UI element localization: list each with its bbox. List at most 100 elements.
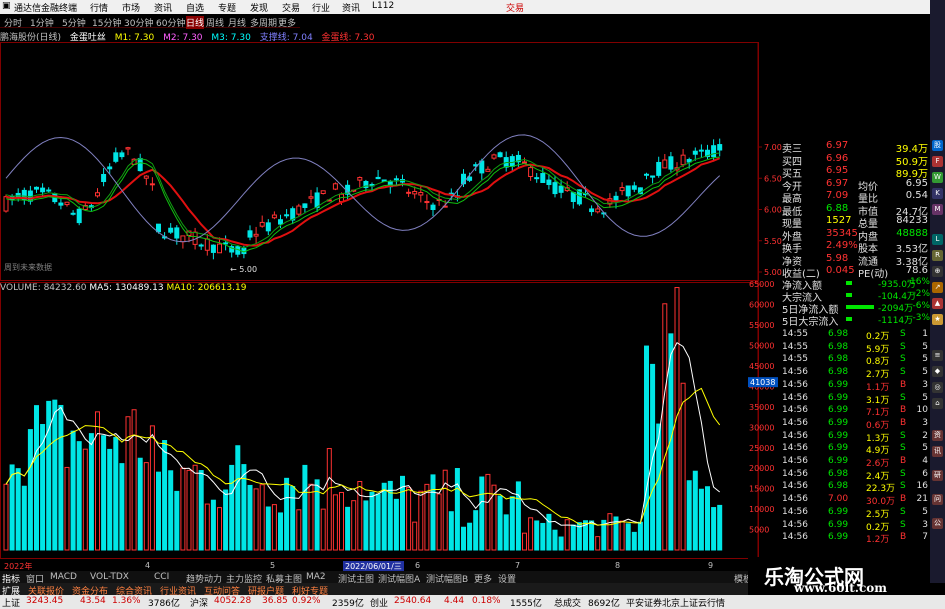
toolbar-icon[interactable]: ★ — [932, 314, 943, 325]
menu-item[interactable]: 发现 — [250, 1, 268, 14]
quote-value: 78.6 — [905, 265, 928, 276]
toolbar-icon[interactable]: F — [932, 156, 943, 167]
tick-row: 14:56 6.99 7.1万 B 10 — [782, 405, 930, 418]
toolbar-icon[interactable]: L — [932, 234, 943, 245]
trade-button[interactable]: 交易 — [506, 1, 524, 14]
volume-bar — [186, 469, 192, 551]
candle-body — [656, 161, 662, 176]
tick-time: 14:56 — [782, 494, 808, 505]
quote-value: 0.54 — [905, 190, 928, 201]
menu-item[interactable]: 资讯 — [154, 1, 172, 14]
index-amount: 2359亿 — [332, 599, 364, 609]
toolbar-icon[interactable]: R — [932, 250, 943, 261]
candle-body — [34, 186, 39, 190]
period-tab[interactable]: 30分钟 — [124, 16, 153, 29]
menu-item[interactable]: 交易 — [282, 1, 300, 14]
candle-body — [424, 201, 430, 204]
candle-body — [113, 152, 119, 162]
period-tab[interactable]: 周线 — [206, 16, 224, 29]
toolbar-icon[interactable]: 资 — [932, 430, 943, 441]
indicator-tab[interactable]: CCI — [154, 572, 169, 582]
tick-direction: S — [900, 468, 906, 479]
quote-row: 最低 6.88 市值 24.7亿 — [782, 203, 930, 218]
tick-row: 14:55 6.98 5.9万 S 5 — [782, 342, 930, 355]
candle-body — [168, 227, 174, 233]
price-tick-label: 5.00 — [764, 268, 782, 277]
tick-count: 5 — [922, 443, 928, 454]
candle-body — [644, 173, 649, 176]
period-tab-active[interactable]: 日线 — [186, 16, 205, 29]
indicator-tab[interactable]: VOL-TDX — [90, 572, 129, 582]
tick-row: 14:56 6.98 22.3万 S 16 — [782, 481, 930, 494]
toolbar-icon[interactable]: ◎ — [932, 382, 943, 393]
period-tab[interactable]: 更多 — [278, 16, 296, 29]
candle-body — [619, 187, 625, 192]
quote-value: 6.97 — [826, 140, 849, 151]
toolbar-icon[interactable]: ≡ — [932, 350, 943, 361]
volume-bar — [332, 494, 338, 551]
menu-item[interactable]: 资讯 — [342, 1, 360, 14]
tick-count: 3 — [922, 417, 928, 428]
time-label: 4 — [145, 561, 151, 570]
period-tab[interactable]: 1分钟 — [30, 16, 54, 29]
toolbar-icon[interactable]: M — [932, 204, 943, 215]
tick-time: 14:55 — [782, 329, 808, 339]
menu-item[interactable]: 专题 — [218, 1, 236, 14]
toolbar-icon[interactable]: ▲ — [932, 298, 943, 309]
candle-body — [137, 157, 143, 172]
menu-item[interactable]: 市场 — [122, 1, 140, 14]
candle-body — [595, 208, 601, 213]
toolbar-icon[interactable]: ⌂ — [932, 398, 943, 409]
indicator-tab[interactable]: MACD — [50, 572, 77, 582]
volume-bar — [278, 512, 283, 551]
menu-item[interactable]: 行情 — [90, 1, 108, 14]
volume-bar — [34, 405, 39, 551]
period-tab[interactable]: 多周期 — [250, 16, 277, 29]
period-tab[interactable]: 60分钟 — [156, 16, 185, 29]
period-tab[interactable]: 15分钟 — [92, 16, 121, 29]
volume-bar — [198, 470, 204, 551]
toolbar-icon[interactable]: ◆ — [932, 366, 943, 377]
toolbar-icon[interactable]: 公 — [932, 518, 943, 529]
volume-bar — [351, 500, 357, 551]
tick-time: 14:56 — [782, 405, 808, 416]
candle-body — [101, 174, 107, 183]
toolbar-icon[interactable]: 股 — [932, 140, 943, 151]
index-value: 3243.45 — [26, 596, 64, 606]
period-tab[interactable]: 分时 — [4, 16, 22, 29]
period-tab[interactable]: 5分钟 — [62, 16, 86, 29]
volume-bar — [674, 287, 680, 551]
toolbar-icon[interactable]: W — [932, 172, 943, 183]
menu-item[interactable]: 行业 — [312, 1, 330, 14]
menu-item[interactable]: L112 — [372, 1, 394, 11]
volume-bar — [21, 485, 27, 551]
tick-price: 6.99 — [828, 506, 849, 517]
index-amount: 3786亿 — [148, 599, 180, 609]
toolbar-icon[interactable]: 研 — [932, 470, 943, 481]
candle-body — [198, 244, 204, 247]
toolbar-icon[interactable]: ↗ — [932, 282, 943, 293]
chart-area[interactable]: 7.00 6.50 6.00 5.50 5.00 65000 60000 55000 50000… — [0, 42, 782, 562]
indicator-tab[interactable]: MA2 — [306, 572, 326, 582]
toolbar-icon[interactable]: K — [932, 188, 943, 199]
candle-body — [217, 243, 222, 254]
total-label: 总成交 — [554, 599, 582, 609]
tick-volume: 1.1万 — [866, 382, 890, 393]
fund-flow-pct: -2% — [912, 289, 930, 299]
toolbar-icon[interactable]: 问 — [932, 494, 943, 505]
period-tab[interactable]: 月线 — [228, 16, 246, 29]
volume-bar — [625, 523, 631, 551]
volume-bar — [442, 469, 448, 551]
tick-price: 6.99 — [828, 405, 849, 416]
toolbar-icon[interactable]: ⊕ — [932, 266, 943, 277]
volume-bar — [241, 464, 247, 551]
candle-body — [522, 161, 527, 164]
price-tick-label: 7.00 — [764, 143, 782, 152]
tick-count: 6 — [922, 468, 928, 479]
volume-bar — [461, 526, 466, 551]
total-amount: 8692亿 — [588, 599, 620, 609]
ma-red-line — [5, 157, 721, 247]
menu-item[interactable]: 自选 — [186, 1, 204, 14]
candle-body — [149, 183, 155, 186]
toolbar-icon[interactable]: 讯 — [932, 446, 943, 457]
